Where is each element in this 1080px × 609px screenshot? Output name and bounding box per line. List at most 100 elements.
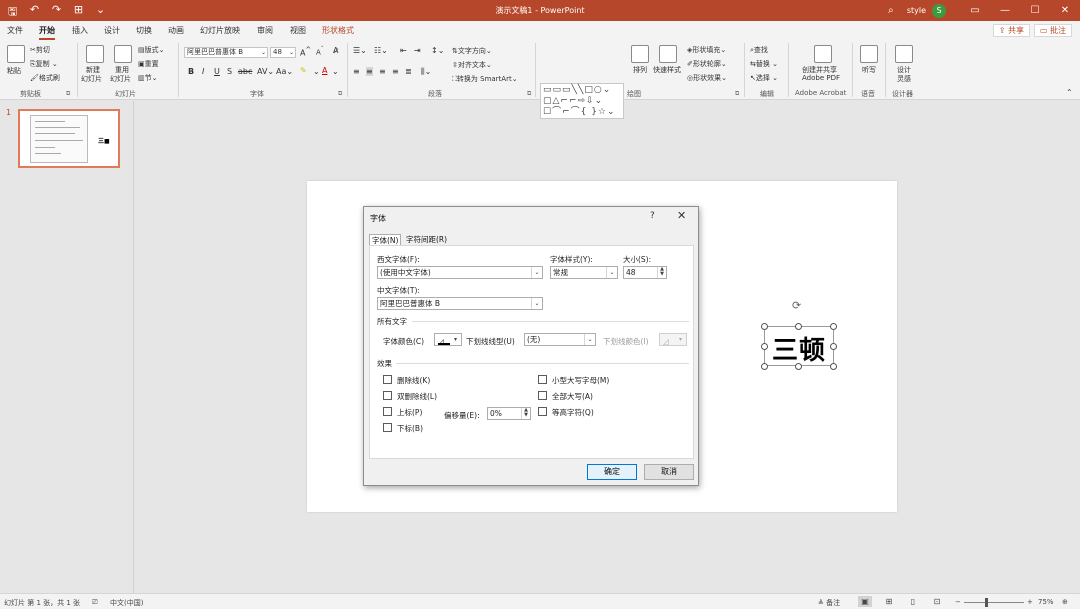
search-icon[interactable]: ⌕	[875, 5, 907, 16]
copy-button[interactable]: ⎘复制 ⌄	[30, 59, 58, 69]
ok-button[interactable]: 确定	[587, 464, 637, 480]
dictate-button[interactable]: 听写	[862, 65, 876, 75]
reset-button[interactable]: ▣重置	[138, 59, 159, 69]
layout-button[interactable]: ▤版式⌄	[138, 45, 165, 55]
font-color-dropdown-icon[interactable]: ⌄	[332, 67, 339, 76]
shape-effects-button[interactable]: ◎形状效果⌄	[687, 73, 727, 83]
dialog-close-button[interactable]: ✕	[677, 209, 686, 222]
slide-sorter-icon[interactable]: ⊞	[882, 596, 896, 607]
zoom-level[interactable]: 75%	[1038, 598, 1054, 606]
align-right-icon[interactable]: ≡	[379, 67, 386, 76]
resize-handle[interactable]	[761, 363, 768, 370]
shrink-font-icon[interactable]: Aˇ	[316, 47, 324, 56]
cut-button[interactable]: ✂剪切	[30, 45, 50, 55]
text-shadow-icon[interactable]: S	[227, 67, 232, 76]
tab-4[interactable]: 切换	[136, 25, 152, 36]
clipboard-launcher-icon[interactable]: ⧉	[66, 90, 70, 98]
grow-font-icon[interactable]: A^	[300, 46, 311, 58]
character-spacing-icon[interactable]: AV⌄	[257, 67, 274, 76]
all-caps-checkbox[interactable]	[538, 391, 547, 400]
resize-handle[interactable]	[795, 323, 802, 330]
increase-indent-icon[interactable]: ⇥	[414, 46, 421, 55]
clear-format-icon[interactable]: A̷	[333, 46, 338, 55]
collapse-ribbon-icon[interactable]: ⌃	[1066, 88, 1073, 97]
tab-1[interactable]: 开始	[39, 25, 55, 40]
paste-button[interactable]: 粘贴	[7, 66, 21, 76]
offset-input[interactable]: 0% ▲ ▼	[487, 407, 531, 420]
double-strikethrough-checkbox[interactable]	[383, 391, 392, 400]
section-button[interactable]: ▥节⌄	[138, 73, 158, 83]
reading-view-icon[interactable]: ▯	[906, 596, 920, 607]
minimize-button[interactable]: —	[990, 5, 1020, 16]
bold-icon[interactable]: B	[188, 67, 194, 76]
font-color-icon[interactable]: A	[322, 66, 327, 75]
microphone-icon[interactable]	[860, 45, 878, 63]
distributed-icon[interactable]: ≣	[405, 67, 412, 76]
pdf-icon[interactable]	[814, 45, 832, 63]
paragraph-launcher-icon[interactable]: ⧉	[527, 90, 531, 98]
strikethrough-checkbox[interactable]	[383, 375, 392, 384]
textbox-text[interactable]: 三顿	[765, 330, 833, 367]
arrange-button[interactable]: 排列	[633, 65, 647, 75]
maximize-button[interactable]: ☐	[1020, 5, 1050, 16]
slide-thumbnail[interactable]: 三■	[18, 109, 120, 168]
close-button[interactable]: ✕	[1050, 5, 1080, 16]
italic-icon[interactable]: I	[202, 67, 204, 76]
asian-font-select[interactable]: 阿里巴巴普惠体 B ⌄	[377, 297, 543, 310]
resize-handle[interactable]	[795, 363, 802, 370]
slideshow-icon[interactable]: ⊡	[930, 596, 944, 607]
select-button[interactable]: ↖选择 ⌄	[750, 73, 778, 83]
underline-icon[interactable]: U	[214, 67, 220, 76]
drawing-launcher-icon[interactable]: ⧉	[735, 90, 739, 98]
highlight-dropdown-icon[interactable]: ⌄	[313, 67, 320, 76]
tab-7[interactable]: 审阅	[257, 25, 273, 36]
zoom-slider[interactable]	[964, 602, 1024, 603]
align-text-button[interactable]: ⇳对齐文本⌄	[452, 60, 492, 70]
comments-button[interactable]: ▭ 批注	[1033, 24, 1072, 37]
reuse-slides-icon[interactable]	[114, 45, 132, 63]
font-name-combo[interactable]: 阿里巴巴普惠体 B ⌄	[184, 47, 268, 58]
decrease-indent-icon[interactable]: ⇤	[400, 46, 407, 55]
help-button[interactable]: ?	[650, 211, 655, 221]
tab-9[interactable]: 形状格式	[322, 25, 354, 36]
shapes-gallery[interactable]: ▭▭▭╲╲□○⌄ ▢△⌐⌐⇨⇩⌄ ☐⌒⌐⌒{ }☆⌄	[540, 83, 624, 119]
new-slide-icon[interactable]	[86, 45, 104, 63]
zoom-slider-thumb[interactable]	[985, 598, 988, 607]
line-spacing-icon[interactable]: ↕⌄	[431, 46, 444, 55]
resize-handle[interactable]	[830, 323, 837, 330]
user-name[interactable]: style	[907, 6, 926, 15]
font-color-picker[interactable]: ◿ ▾	[434, 333, 462, 346]
justify-icon[interactable]: ≡	[392, 67, 399, 76]
shape-fill-button[interactable]: ◈形状填充⌄	[687, 45, 726, 55]
smartart-button[interactable]: ⛶转换为 SmartArt⌄	[452, 74, 518, 84]
avatar[interactable]: S	[932, 3, 946, 18]
small-caps-checkbox[interactable]	[538, 375, 547, 384]
tab-0[interactable]: 文件	[7, 25, 23, 36]
size-input[interactable]: 48 ▲ ▼	[623, 266, 667, 279]
spinner-icon[interactable]: ▲ ▼	[657, 267, 666, 278]
share-button[interactable]: ⇪ 共享	[992, 24, 1030, 37]
tab-8[interactable]: 视图	[290, 25, 306, 36]
underline-style-select[interactable]: (无) ⌄	[524, 333, 596, 346]
columns-icon[interactable]: ⫼⌄	[421, 67, 431, 77]
font-style-select[interactable]: 常规 ⌄	[550, 266, 618, 279]
numbering-icon[interactable]: ☷⌄	[374, 46, 388, 55]
change-case-icon[interactable]: Aa⌄	[276, 67, 293, 76]
notes-button[interactable]: ≜ 备注	[818, 598, 840, 608]
tab-5[interactable]: 动画	[168, 25, 184, 36]
format-painter-button[interactable]: 🖌格式刷	[30, 73, 60, 83]
font-launcher-icon[interactable]: ⧉	[338, 90, 342, 98]
align-left-icon[interactable]: ≡	[353, 67, 360, 76]
fit-to-window-icon[interactable]: ⊕	[1062, 598, 1068, 606]
tab-6[interactable]: 幻灯片放映	[200, 25, 240, 36]
text-direction-button[interactable]: ⇅文字方向⌄	[452, 46, 492, 56]
design-ideas-icon[interactable]	[895, 45, 913, 63]
equalize-height-checkbox[interactable]	[538, 407, 547, 416]
cancel-button[interactable]: 取消	[644, 464, 694, 480]
latin-font-select[interactable]: (使用中文字体) ⌄	[377, 266, 543, 279]
font-size-combo[interactable]: 48 ⌄	[270, 47, 296, 58]
superscript-checkbox[interactable]	[383, 407, 392, 416]
spinner-icon[interactable]: ▲ ▼	[521, 408, 530, 419]
zoom-in-icon[interactable]: +	[1027, 598, 1033, 606]
replace-button[interactable]: ⇆替换 ⌄	[750, 59, 778, 69]
